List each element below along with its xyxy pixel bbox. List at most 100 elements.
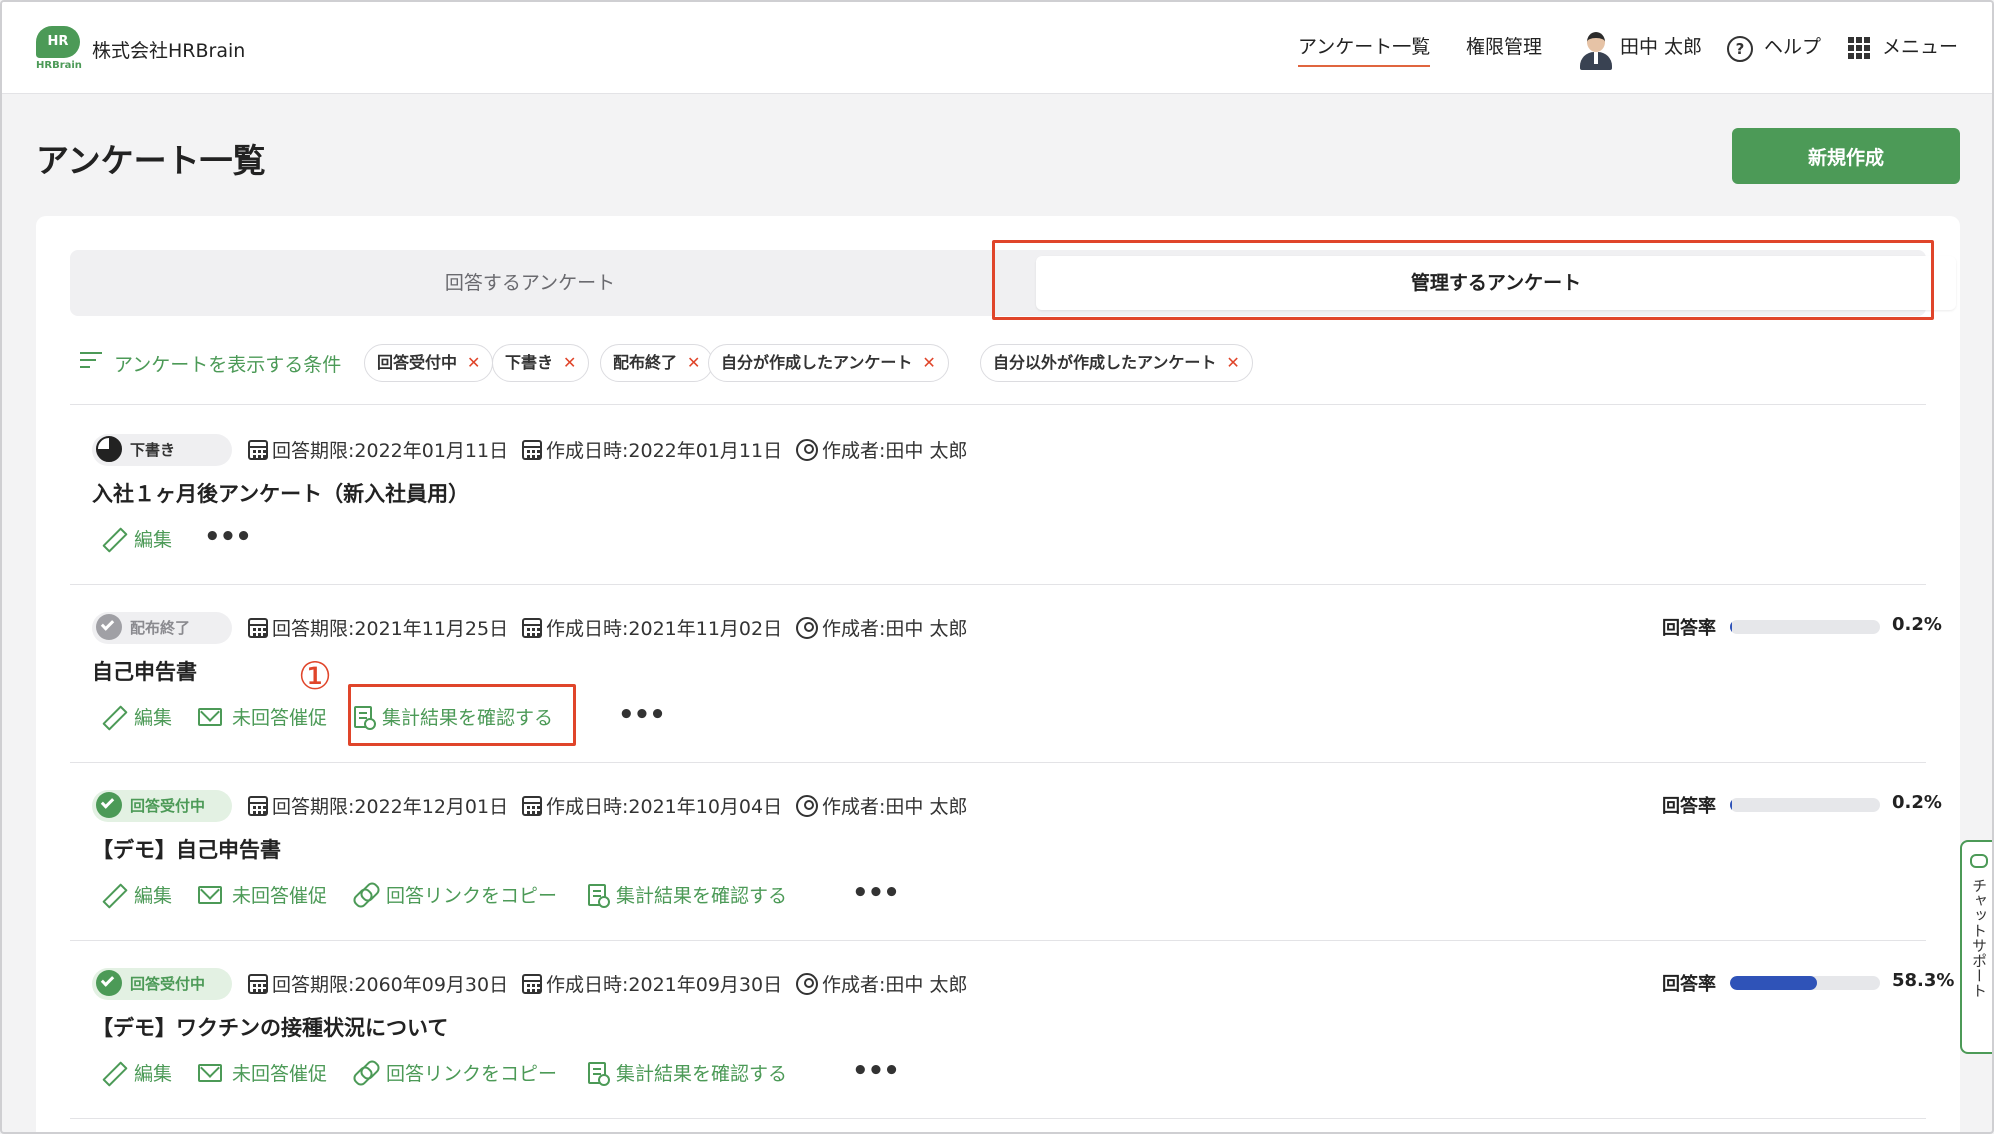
created-text: 作成日時:2021年09月30日: [546, 974, 783, 996]
nav-user-name[interactable]: 田中 太郎: [1620, 32, 1702, 59]
filter-chip[interactable]: 自分が作成したアンケート ✕: [708, 344, 949, 382]
chip-remove-icon[interactable]: ✕: [922, 353, 935, 372]
view-results-label: 集計結果を確認する: [616, 1063, 788, 1085]
survey-title[interactable]: 【デモ】自己申告書: [92, 834, 281, 864]
chip-label: 回答受付中: [377, 353, 458, 372]
help-icon[interactable]: ?: [1727, 36, 1753, 62]
survey-title[interactable]: 自己申告書: [92, 656, 197, 686]
logo-subtext: HRBrain: [36, 60, 82, 71]
view-results-button[interactable]: 集計結果を確認する: [588, 880, 787, 912]
edit-button[interactable]: 編集: [102, 702, 172, 734]
status-text: 配布終了: [130, 619, 191, 637]
user-avatar[interactable]: [1578, 30, 1614, 70]
filter-bar: アンケートを表示する条件 回答受付中 ✕ 下書き ✕ 配布終了 ✕ 自分が作成したアン…: [80, 342, 1940, 382]
nav-menu[interactable]: メニュー: [1882, 32, 1958, 59]
author: 作成者:田中 太郎: [796, 792, 967, 819]
response-rate-value: 0.2%: [1892, 614, 1942, 635]
edit-button[interactable]: 編集: [102, 880, 172, 912]
divider: [70, 404, 1926, 405]
view-results-button[interactable]: 集計結果を確認する: [588, 1058, 787, 1090]
more-options-icon[interactable]: •••: [204, 524, 252, 550]
tab-manage-surveys[interactable]: 管理するアンケート: [1036, 256, 1956, 310]
survey-title[interactable]: 【デモ】ワクチンの接種状況について: [92, 1012, 448, 1042]
tab-answer-surveys[interactable]: 回答するアンケート: [70, 250, 990, 316]
status-badge: 回答受付中: [92, 790, 232, 822]
remind-label: 未回答催促: [232, 707, 328, 729]
user-circle-icon: [796, 794, 818, 817]
author-text: 作成者:田中 太郎: [822, 796, 968, 818]
chat-support-tab[interactable]: チャットサポート: [1960, 840, 1992, 1054]
edit-button[interactable]: 編集: [102, 1058, 172, 1090]
page-title: アンケート一覧: [36, 141, 266, 180]
copy-link-button[interactable]: 回答リンクをコピー: [354, 1058, 557, 1090]
top-header: HR HRBrain 株式会社HRBrain アンケート一覧 権限管理 田中 太…: [2, 2, 1992, 94]
created-text: 作成日時:2021年11月02日: [546, 618, 783, 640]
more-options-icon[interactable]: •••: [852, 1058, 900, 1084]
chip-remove-icon[interactable]: ✕: [563, 353, 576, 372]
edit-label: 編集: [134, 529, 173, 551]
avatar-head: [1587, 32, 1605, 52]
nav-permissions[interactable]: 権限管理: [1466, 32, 1542, 59]
pencil-icon: [102, 1062, 124, 1084]
calendar-icon: [248, 795, 268, 816]
calendar-edit-icon: [522, 795, 542, 816]
survey-row: 回答受付中 回答期限:2060年09月30日 作成日時:2021年09月30日 …: [70, 940, 1954, 1118]
filter-chip[interactable]: 自分以外が作成したアンケート ✕: [980, 344, 1253, 382]
deadline-text: 回答期限:2022年12月01日: [272, 796, 509, 818]
deadline: 回答期限:2022年01月11日: [248, 436, 508, 463]
copy-link-button[interactable]: 回答リンクをコピー: [354, 880, 557, 912]
document-search-icon: [588, 883, 610, 908]
view-results-button[interactable]: 集計結果を確認する: [354, 702, 553, 734]
chip-label: 自分以外が作成したアンケート: [993, 353, 1217, 372]
filter-chip[interactable]: 回答受付中 ✕: [364, 344, 494, 382]
response-rate-value: 0.2%: [1892, 792, 1942, 813]
edit-label: 編集: [134, 707, 173, 729]
response-rate-label: 回答率: [1662, 618, 1716, 639]
chat-bubble-icon: [1970, 854, 1988, 868]
new-survey-button[interactable]: 新規作成: [1732, 128, 1960, 184]
nav-help[interactable]: ヘルプ: [1764, 32, 1821, 59]
remind-button[interactable]: 未回答催促: [198, 702, 327, 734]
response-rate-fill: [1730, 976, 1818, 990]
link-icon: [354, 884, 376, 906]
filter-chip[interactable]: 配布終了 ✕: [600, 344, 714, 382]
chip-remove-icon[interactable]: ✕: [467, 353, 480, 372]
pencil-icon: [102, 528, 124, 550]
edit-label: 編集: [134, 1063, 173, 1085]
calendar-edit-icon: [522, 973, 542, 994]
response-rate-bar: [1730, 798, 1880, 812]
user-circle-icon: [796, 616, 818, 639]
calendar-edit-icon: [522, 617, 542, 638]
more-options-icon[interactable]: •••: [618, 702, 666, 728]
grid-menu-icon[interactable]: [1848, 37, 1870, 59]
chip-label: 配布終了: [613, 353, 678, 372]
pencil-icon: [102, 884, 124, 906]
response-rate-fill: [1730, 798, 1732, 812]
chip-remove-icon[interactable]: ✕: [1226, 353, 1239, 372]
author-text: 作成者:田中 太郎: [822, 440, 968, 462]
remind-label: 未回答催促: [232, 885, 328, 907]
view-results-label: 集計結果を確認する: [382, 707, 554, 729]
remind-button[interactable]: 未回答催促: [198, 880, 327, 912]
document-search-icon: [588, 1061, 610, 1086]
status-badge: 下書き: [92, 434, 232, 466]
author: 作成者:田中 太郎: [796, 614, 967, 641]
filter-icon[interactable]: [80, 352, 102, 370]
response-rate-label: 回答率: [1662, 974, 1716, 995]
edit-button[interactable]: 編集: [102, 524, 172, 556]
nav-survey-list[interactable]: アンケート一覧: [1298, 32, 1431, 67]
survey-title[interactable]: 入社１ヶ月後アンケート（新入社員用）: [92, 478, 469, 508]
check-circle-icon: [96, 792, 122, 818]
remind-button[interactable]: 未回答催促: [198, 1058, 327, 1090]
hrbrain-logo[interactable]: HR HRBrain: [36, 26, 82, 72]
check-circle-icon: [96, 970, 122, 996]
calendar-icon: [248, 617, 268, 638]
filter-label[interactable]: アンケートを表示する条件: [114, 350, 341, 377]
deadline: 回答期限:2022年12月01日: [248, 792, 508, 819]
chip-remove-icon[interactable]: ✕: [687, 353, 700, 372]
response-rate-fill: [1730, 620, 1732, 634]
more-options-icon[interactable]: •••: [852, 880, 900, 906]
view-results-label: 集計結果を確認する: [616, 885, 788, 907]
avatar-tie: [1594, 52, 1598, 64]
filter-chip[interactable]: 下書き ✕: [492, 344, 590, 382]
